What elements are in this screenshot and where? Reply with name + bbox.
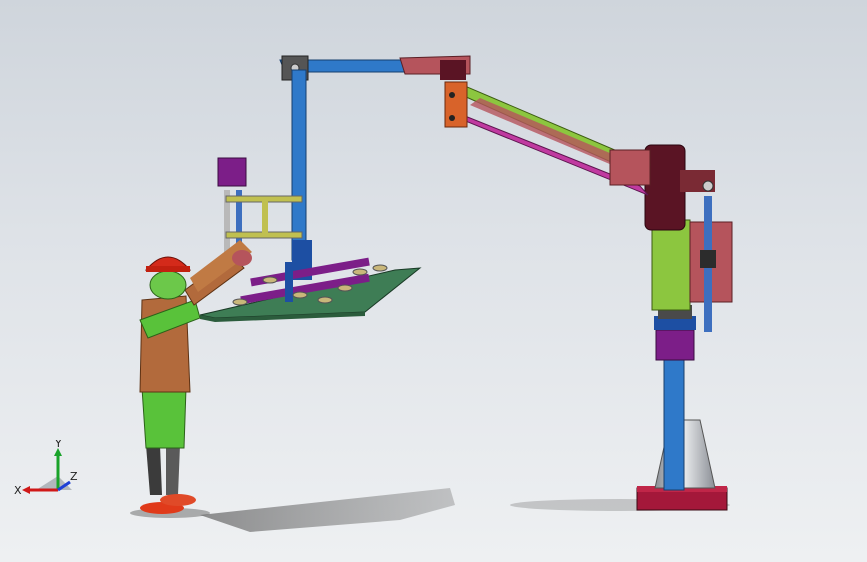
x-axis-label: X	[14, 484, 22, 497]
handle-frame[interactable]	[217, 157, 303, 260]
gripper-mast[interactable]	[291, 69, 312, 280]
cad-viewport[interactable]: Y X Z	[0, 0, 867, 562]
column-head[interactable]	[644, 144, 733, 332]
top-beam[interactable]	[279, 55, 471, 81]
axis-triad[interactable]: Y X Z	[14, 440, 84, 510]
z-axis-label: Z	[70, 470, 78, 483]
parallel-arm[interactable]	[444, 81, 651, 196]
operator-figure[interactable]	[139, 240, 252, 514]
assembly-model[interactable]	[0, 0, 867, 562]
x-axis-arrowhead	[22, 486, 30, 494]
y-axis-label: Y	[54, 440, 62, 450]
